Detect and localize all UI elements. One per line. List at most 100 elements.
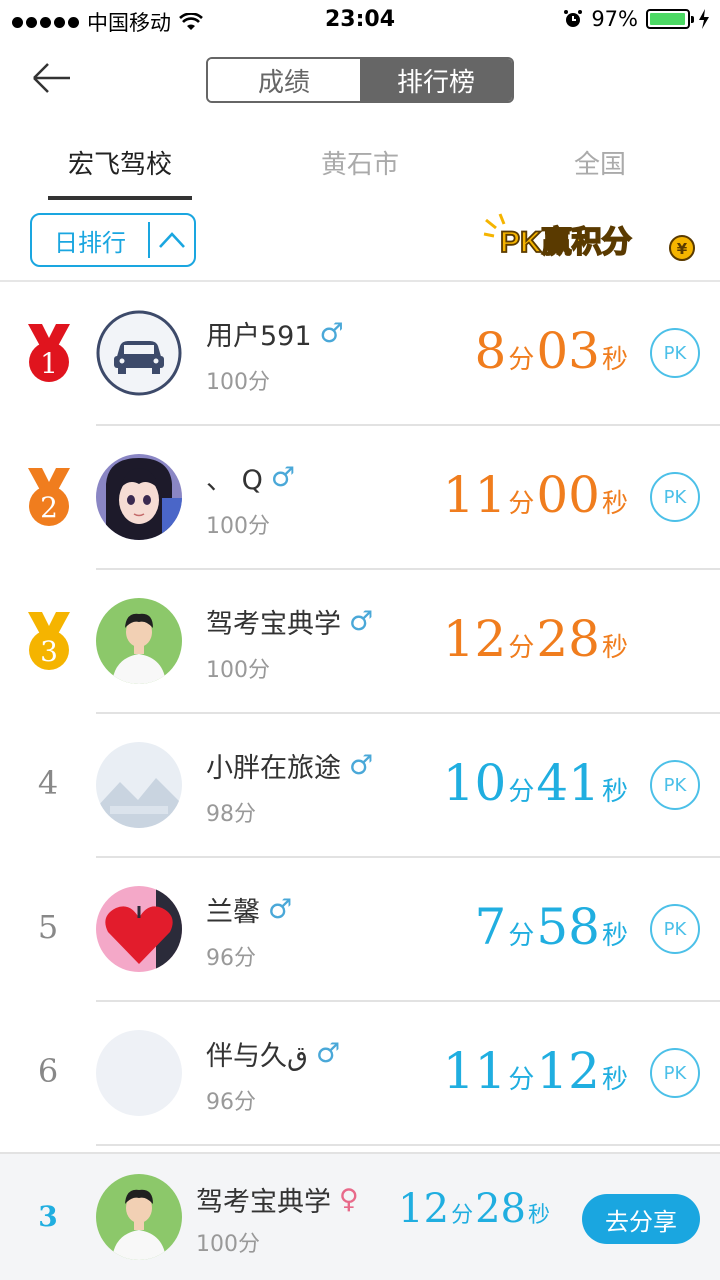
minutes: 11	[442, 466, 507, 524]
user-score: 100分	[206, 370, 270, 395]
ranking-row[interactable]: 6 伴与久ق ♂ 96分 11 分 12 秒 PK	[0, 1002, 720, 1146]
ranking-row[interactable]: 2 、 Q ♂ 100分 11 分 00 秒 PK	[0, 426, 720, 570]
user-name: 驾考宝典学	[206, 609, 341, 640]
blank-avatar[interactable]	[96, 1030, 182, 1116]
my-score: 100分	[196, 1232, 260, 1257]
seconds: 28	[536, 610, 600, 668]
pk-button[interactable]: PK	[650, 760, 700, 810]
anime-avatar[interactable]	[96, 454, 182, 540]
seconds-unit: 秒	[527, 1202, 550, 1227]
seconds-unit: 秒	[601, 776, 628, 806]
medal-first-icon: 1	[24, 320, 74, 386]
minutes: 8	[474, 322, 507, 380]
user-score: 100分	[206, 658, 270, 683]
minutes-unit: 分	[508, 920, 535, 950]
male-icon: ♂	[270, 462, 296, 493]
medal-number: 1	[40, 347, 58, 380]
male-icon: ♂	[315, 1038, 341, 1069]
battery-percent: 97%	[591, 7, 638, 31]
pk-button[interactable]: PK	[650, 328, 700, 378]
male-icon: ♂	[319, 318, 344, 349]
minutes-unit: 分	[508, 488, 535, 518]
seconds-unit: 秒	[601, 488, 628, 518]
segment-score[interactable]: 成绩	[208, 59, 360, 101]
my-rank-number: 3	[38, 1200, 58, 1233]
male-icon: ♂	[349, 606, 374, 637]
user-score: 96分	[206, 1090, 256, 1115]
ranking-row[interactable]: 3 驾考宝典学 ♂ 100分 12 分 28 秒	[0, 570, 720, 714]
seconds-unit: 秒	[601, 920, 628, 950]
ranking-row[interactable]: 5 兰馨 ♂ 96分 7 分 58 秒 PK	[0, 858, 720, 1002]
person-avatar[interactable]	[96, 598, 182, 684]
elapsed-time: 8 分 03 秒	[475, 322, 630, 382]
minutes-unit: 分	[451, 1202, 474, 1227]
minutes: 12	[442, 610, 507, 668]
period-filter[interactable]: 日排行	[30, 213, 196, 267]
male-icon: ♂	[349, 750, 374, 781]
my-elapsed-time: 12 分 28 秒	[398, 1186, 552, 1246]
user-score: 98分	[206, 802, 256, 827]
minutes-unit: 分	[508, 1064, 535, 1094]
segmented-control: 成绩 排行榜	[206, 57, 514, 103]
seconds: 03	[536, 322, 600, 380]
minutes: 7	[474, 898, 507, 956]
alarm-icon	[564, 10, 583, 27]
elapsed-time: 11 分 00 秒	[443, 466, 630, 526]
seconds-unit: 秒	[601, 632, 628, 662]
minutes-unit: 分	[508, 344, 535, 374]
minutes-unit: 分	[508, 776, 535, 806]
medal-third-icon: 3	[24, 608, 74, 674]
battery-icon	[646, 9, 694, 29]
pk-earn-points-banner[interactable]: PK赢积分 ¥	[482, 210, 698, 272]
segment-ranking[interactable]: 排行榜	[360, 59, 512, 101]
divider	[96, 1144, 720, 1146]
medal-number: 3	[40, 635, 58, 668]
tab-underline	[48, 196, 192, 200]
user-score: 100分	[206, 514, 270, 539]
tab-national[interactable]: 全国	[528, 144, 672, 181]
user-name: 兰馨	[206, 897, 260, 928]
arrow-left-icon	[33, 63, 70, 93]
rank-number: 5	[37, 908, 59, 946]
minutes: 11	[442, 1042, 507, 1100]
minutes: 12	[398, 1186, 450, 1232]
back-button[interactable]	[30, 58, 74, 98]
charging-icon	[699, 9, 709, 29]
battery-fill	[650, 13, 685, 25]
love-avatar[interactable]	[96, 886, 182, 972]
ranking-row[interactable]: 1 用户591 ♂ 100分 8 分 03 秒 PK	[0, 282, 720, 426]
my-name: 驾考宝典学	[196, 1187, 331, 1218]
medal-number: 2	[40, 491, 58, 524]
seconds: 12	[536, 1042, 600, 1100]
user-name: 小胖在旅途	[206, 753, 341, 784]
pk-button[interactable]: PK	[650, 472, 700, 522]
minutes-unit: 分	[508, 632, 535, 662]
elapsed-time: 11 分 12 秒	[443, 1042, 630, 1102]
elapsed-time: 10 分 41 秒	[443, 754, 630, 814]
female-icon: ♀	[339, 1184, 359, 1215]
rank-number: 4	[37, 764, 59, 802]
my-rank-bar: 3 驾考宝典学 ♀ 100分 12 分 28 秒 去分享	[0, 1152, 720, 1280]
placeholder-avatar[interactable]	[96, 742, 182, 828]
user-name: 伴与久ق	[206, 1041, 308, 1072]
user-score: 96分	[206, 946, 256, 971]
pk-button[interactable]: PK	[650, 1048, 700, 1098]
seconds: 28	[475, 1186, 526, 1232]
my-avatar[interactable]	[96, 1174, 182, 1260]
ranking-row[interactable]: 4 小胖在旅途 ♂ 98分 10 分 41 秒 PK	[0, 714, 720, 858]
period-filter-label: 日排行	[54, 228, 126, 257]
car-avatar[interactable]	[96, 310, 182, 396]
minutes: 10	[442, 754, 507, 812]
tab-school[interactable]: 宏飞驾校	[48, 144, 192, 181]
seconds: 41	[536, 754, 600, 812]
seconds: 58	[536, 898, 600, 956]
share-button[interactable]: 去分享	[582, 1194, 700, 1244]
pk-button[interactable]: PK	[650, 904, 700, 954]
tab-city[interactable]: 黄石市	[288, 144, 432, 181]
user-name: 、 Q	[206, 465, 263, 496]
seconds: 00	[536, 466, 600, 524]
chevron-up-icon[interactable]	[150, 231, 194, 249]
medal-second-icon: 2	[24, 464, 74, 530]
elapsed-time: 12 分 28 秒	[443, 610, 630, 670]
seconds-unit: 秒	[601, 1064, 628, 1094]
